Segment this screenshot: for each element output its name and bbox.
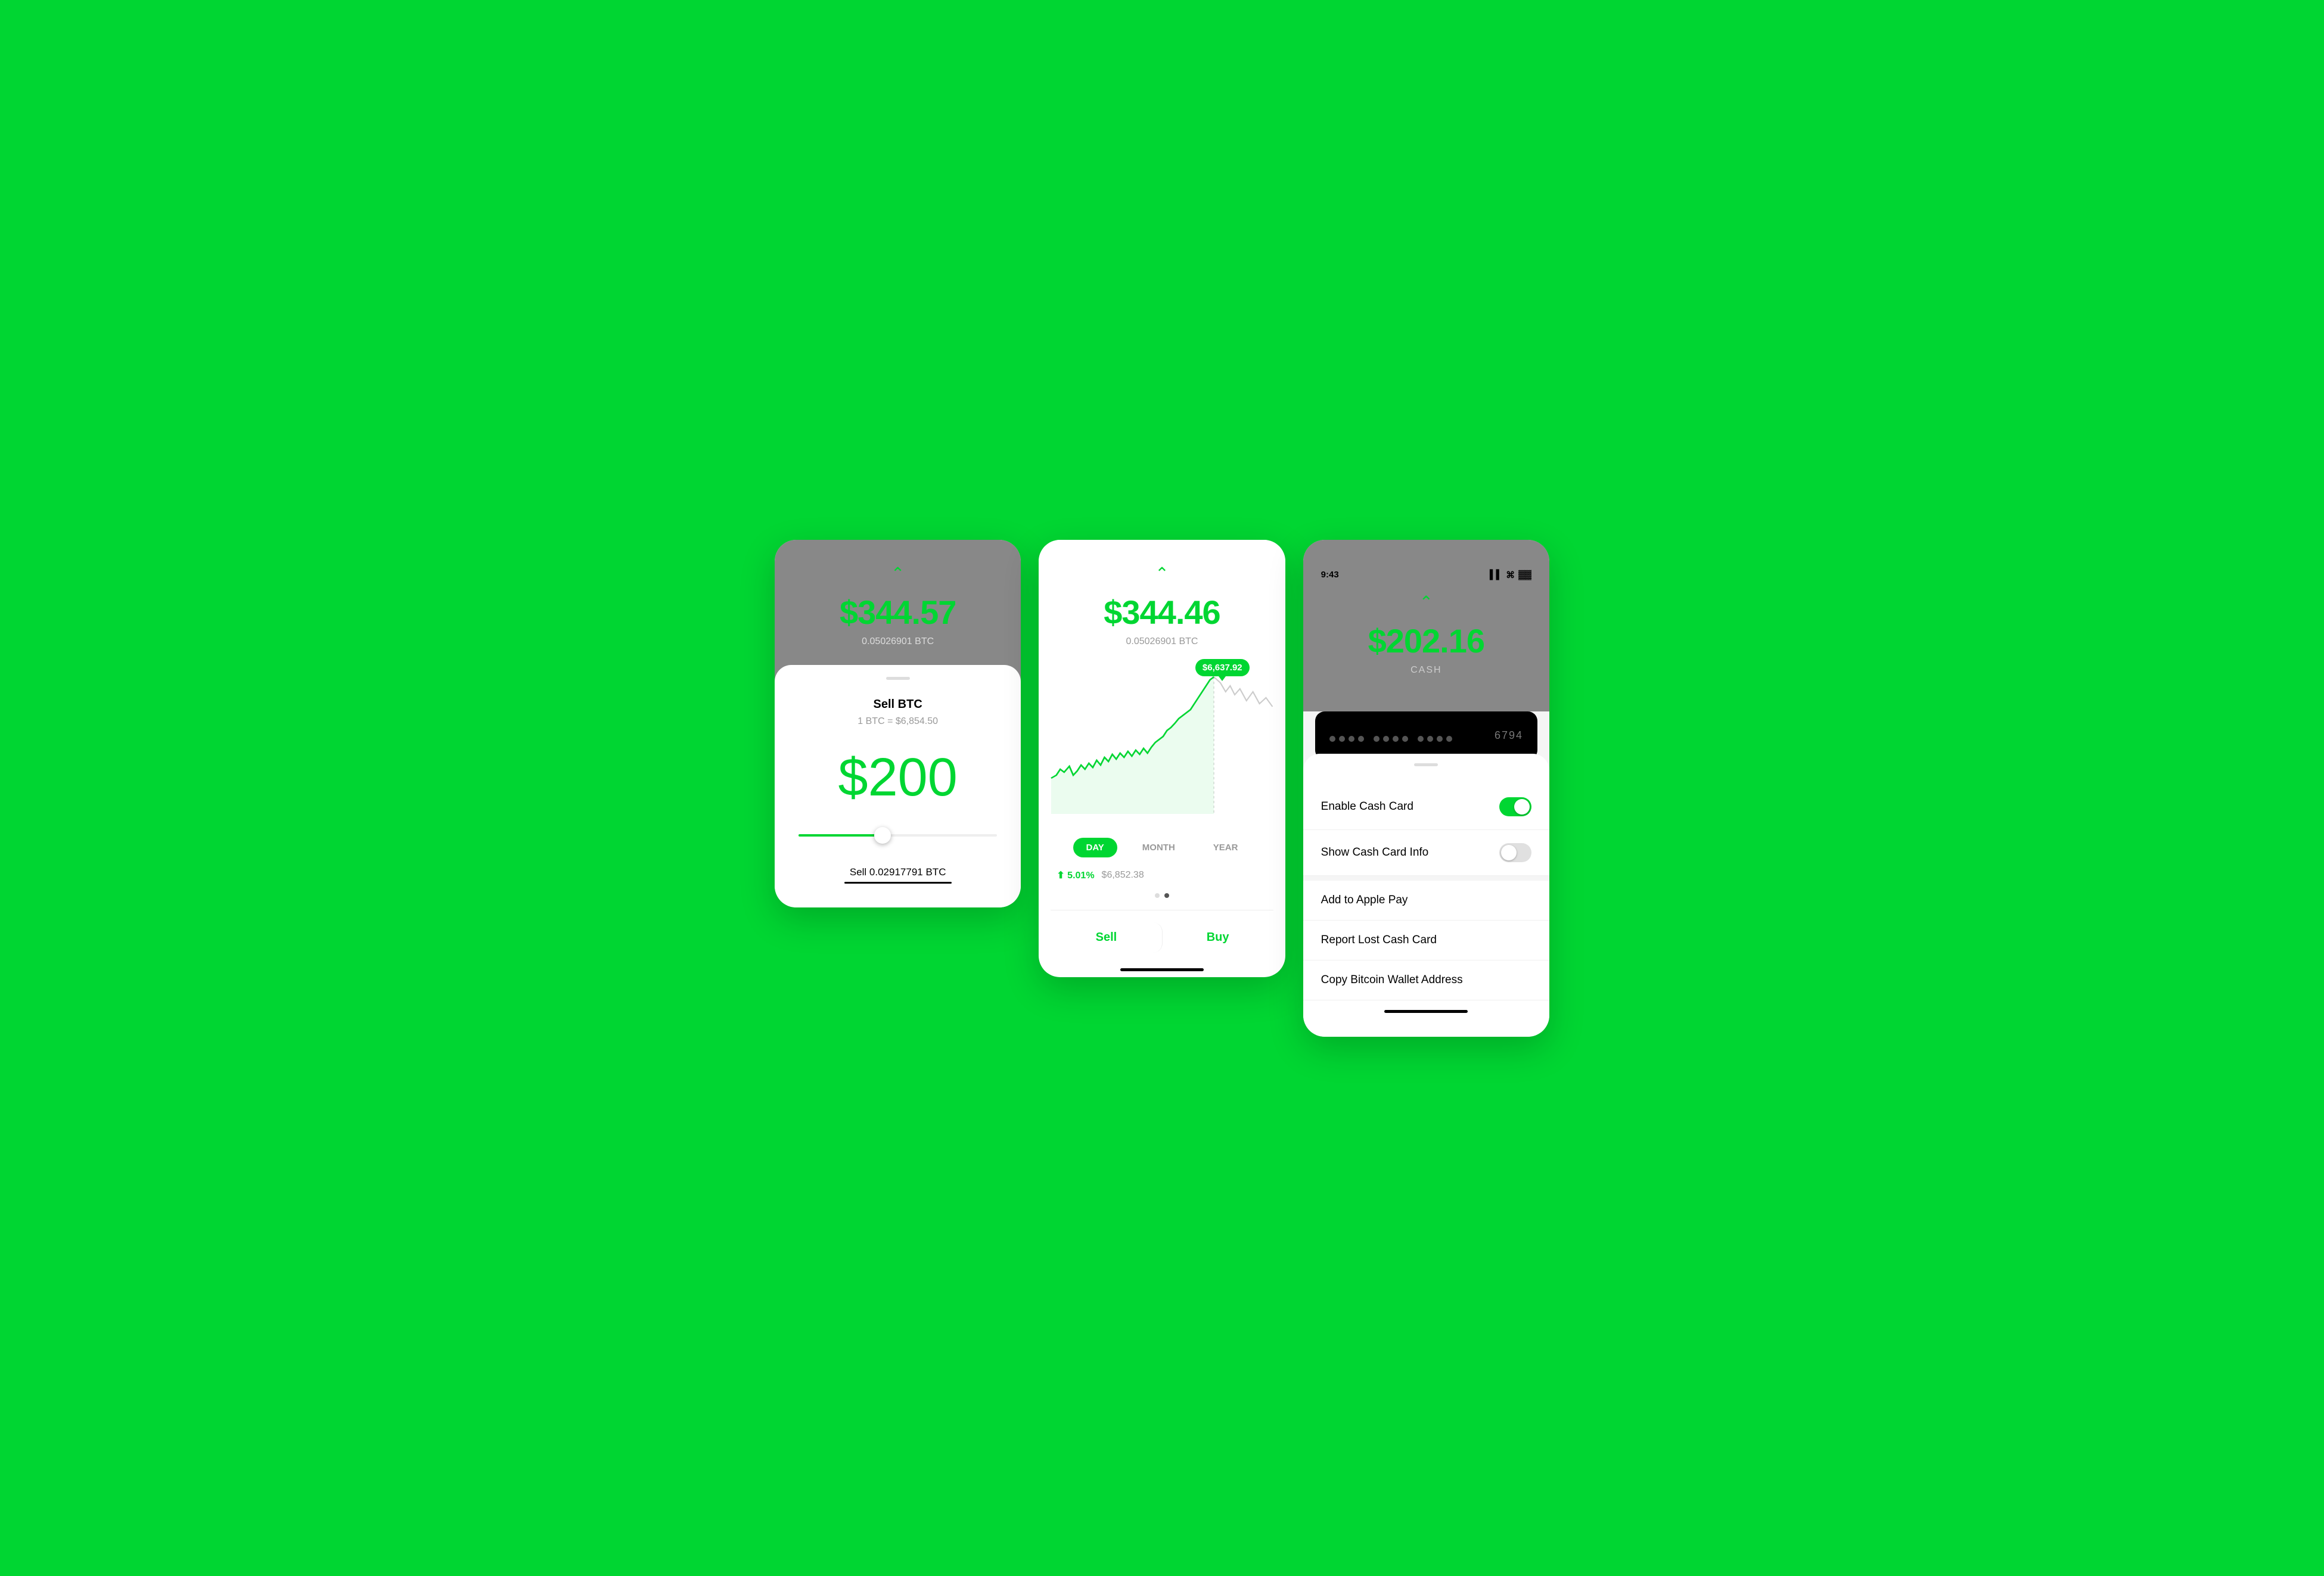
show-cash-card-info-label: Show Cash Card Info: [1321, 846, 1429, 859]
wifi-icon: ⌘: [1506, 570, 1515, 580]
slider-track: [799, 834, 997, 837]
signal-icon: ▌▌: [1490, 570, 1502, 580]
home-indicator: [1120, 968, 1204, 971]
screen-btc-chart: ⌃ $344.46 0.05026901 BTC $6,637.92 DAY M…: [1039, 540, 1285, 977]
sell-rate: 1 BTC = $6,854.50: [793, 716, 1003, 727]
sell-amount-value: $200: [838, 748, 958, 807]
sheet-handle: [886, 677, 910, 680]
enable-cash-card-toggle[interactable]: [1499, 797, 1531, 816]
card-dot: [1374, 736, 1380, 742]
card-last4: 6794: [1495, 729, 1523, 742]
card-dots-3: [1418, 736, 1452, 742]
sell-title: Sell BTC: [793, 698, 1003, 711]
screen3-chevron-icon[interactable]: ⌃: [1321, 592, 1531, 612]
slider-fill: [799, 834, 878, 837]
menu-item-apple-pay[interactable]: Add to Apple Pay: [1303, 881, 1549, 921]
chart-svg: [1045, 659, 1279, 814]
tab-month[interactable]: MONTH: [1129, 838, 1188, 857]
chevron-up-icon[interactable]: ⌃: [793, 564, 1003, 583]
card-dot: [1339, 736, 1345, 742]
screen-sell-btc: ⌃ $344.57 0.05026901 BTC Sell BTC 1 BTC …: [775, 540, 1021, 907]
change-pct: ⬆ 5.01%: [1057, 869, 1094, 881]
screen1-balance: $344.57: [793, 593, 1003, 632]
battery-icon: ▓▓: [1518, 570, 1531, 580]
buy-button[interactable]: Buy: [1163, 922, 1273, 953]
card-dot: [1402, 736, 1408, 742]
dot-1: [1155, 893, 1160, 898]
time-tabs: DAY MONTH YEAR: [1039, 826, 1285, 869]
sell-btc-label: Sell 0.02917791 BTC: [793, 866, 1003, 878]
screen2-chevron-icon[interactable]: ⌃: [1057, 564, 1267, 583]
card-dot: [1383, 736, 1389, 742]
btc-chart: $6,637.92: [1039, 659, 1285, 826]
chart-stats: ⬆ 5.01% $6,852.38: [1039, 869, 1285, 893]
status-icons: ▌▌ ⌘ ▓▓: [1490, 570, 1531, 580]
card-dot: [1349, 736, 1354, 742]
card-dot: [1393, 736, 1399, 742]
card-dot: [1329, 736, 1335, 742]
sheet-handle-3: [1414, 763, 1438, 766]
enable-cash-card-label: Enable Cash Card: [1321, 800, 1413, 813]
amount-slider[interactable]: [793, 834, 1003, 837]
card-dot: [1358, 736, 1364, 742]
report-lost-label: Report Lost Cash Card: [1321, 934, 1437, 947]
add-apple-pay-label: Add to Apple Pay: [1321, 894, 1408, 907]
status-bar: 9:43 ▌▌ ⌘ ▓▓: [1321, 570, 1531, 580]
card-dots-2: [1374, 736, 1408, 742]
card-dots-1: [1329, 736, 1364, 742]
screens-container: ⌃ $344.57 0.05026901 BTC Sell BTC 1 BTC …: [775, 540, 1549, 1037]
buy-sell-row: Sell Buy: [1051, 910, 1273, 959]
screen3-header: 9:43 ▌▌ ⌘ ▓▓ ⌃ $202.16 CASH: [1303, 540, 1549, 711]
sell-amount: $200: [793, 751, 1003, 804]
screen2-header: ⌃ $344.46 0.05026901 BTC: [1039, 540, 1285, 659]
bitcoin-wallet-label: Copy Bitcoin Wallet Address: [1321, 974, 1463, 987]
screen2-balance: $344.46: [1057, 593, 1267, 632]
show-cash-card-toggle[interactable]: [1499, 843, 1531, 862]
slider-thumb[interactable]: [874, 827, 891, 844]
menu-item-report-lost[interactable]: Report Lost Cash Card: [1303, 921, 1549, 960]
card-dot: [1446, 736, 1452, 742]
sell-btc-underline: [844, 882, 952, 884]
screen2-btc: 0.05026901 BTC: [1057, 636, 1267, 647]
card-dots-group: [1329, 736, 1452, 742]
cash-label: CASH: [1321, 665, 1531, 676]
tab-day[interactable]: DAY: [1073, 838, 1117, 857]
screen1-header: ⌃ $344.57 0.05026901 BTC: [775, 540, 1021, 683]
tab-year[interactable]: YEAR: [1200, 838, 1251, 857]
screen3-balance: $202.16: [1321, 621, 1531, 660]
current-price: $6,852.38: [1102, 870, 1144, 881]
home-indicator-3: [1384, 1010, 1468, 1013]
card-dot: [1437, 736, 1443, 742]
screen1-btc: 0.05026901 BTC: [793, 636, 1003, 647]
status-time: 9:43: [1321, 570, 1339, 580]
cash-card-menu: Enable Cash Card Show Cash Card Info Add…: [1303, 754, 1549, 1037]
sell-btc-sheet: Sell BTC 1 BTC = $6,854.50 $200 Sell 0.0…: [775, 665, 1021, 907]
card-dot: [1427, 736, 1433, 742]
screen-cash-card: 9:43 ▌▌ ⌘ ▓▓ ⌃ $202.16 CASH: [1303, 540, 1549, 1037]
card-dot: [1418, 736, 1424, 742]
divider: [1303, 876, 1549, 881]
menu-item-show-info: Show Cash Card Info: [1303, 830, 1549, 876]
toggle-thumb-2: [1501, 845, 1517, 860]
chart-tooltip: $6,637.92: [1195, 659, 1250, 676]
page-dots: [1039, 893, 1285, 898]
toggle-thumb: [1514, 799, 1530, 815]
sell-button[interactable]: Sell: [1051, 922, 1162, 953]
menu-item-enable: Enable Cash Card: [1303, 784, 1549, 830]
cash-card: 6794: [1315, 711, 1537, 760]
dot-2: [1164, 893, 1169, 898]
menu-item-bitcoin-wallet[interactable]: Copy Bitcoin Wallet Address: [1303, 960, 1549, 1000]
